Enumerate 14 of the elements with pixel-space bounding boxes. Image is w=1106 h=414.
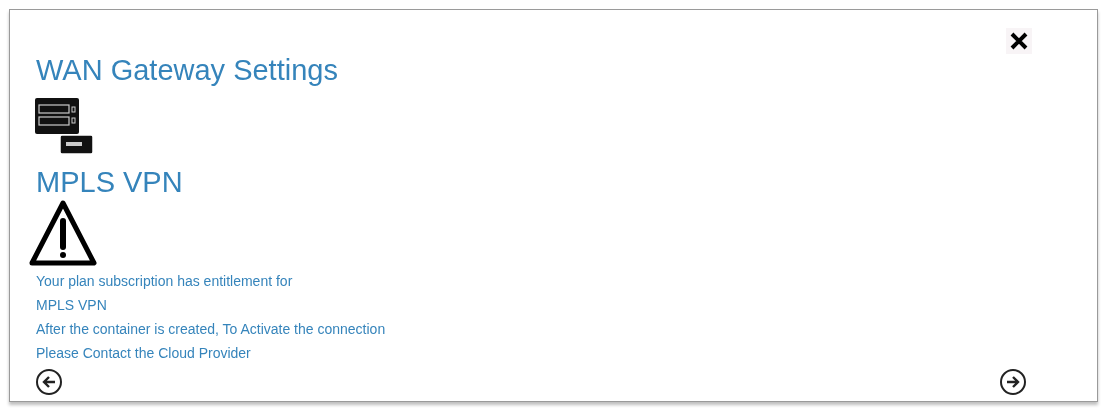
close-button[interactable] [1006, 28, 1032, 54]
network-device-icon [35, 98, 95, 154]
right-arrow-icon [1006, 376, 1020, 388]
message-text: MPLS VPN [36, 296, 107, 315]
back-button[interactable] [36, 369, 62, 395]
message-text: Please Contact the Cloud Provider [36, 344, 251, 363]
dialog-title: WAN Gateway Settings [36, 53, 338, 88]
message-text: Your plan subscription has entitlement for [36, 272, 293, 291]
section-heading: MPLS VPN [36, 165, 183, 200]
message-text: After the container is created, To Activate the connection [36, 320, 386, 339]
left-arrow-icon [42, 376, 56, 388]
next-button[interactable] [1000, 369, 1026, 395]
close-icon [1010, 32, 1028, 50]
warning-icon [28, 199, 98, 267]
